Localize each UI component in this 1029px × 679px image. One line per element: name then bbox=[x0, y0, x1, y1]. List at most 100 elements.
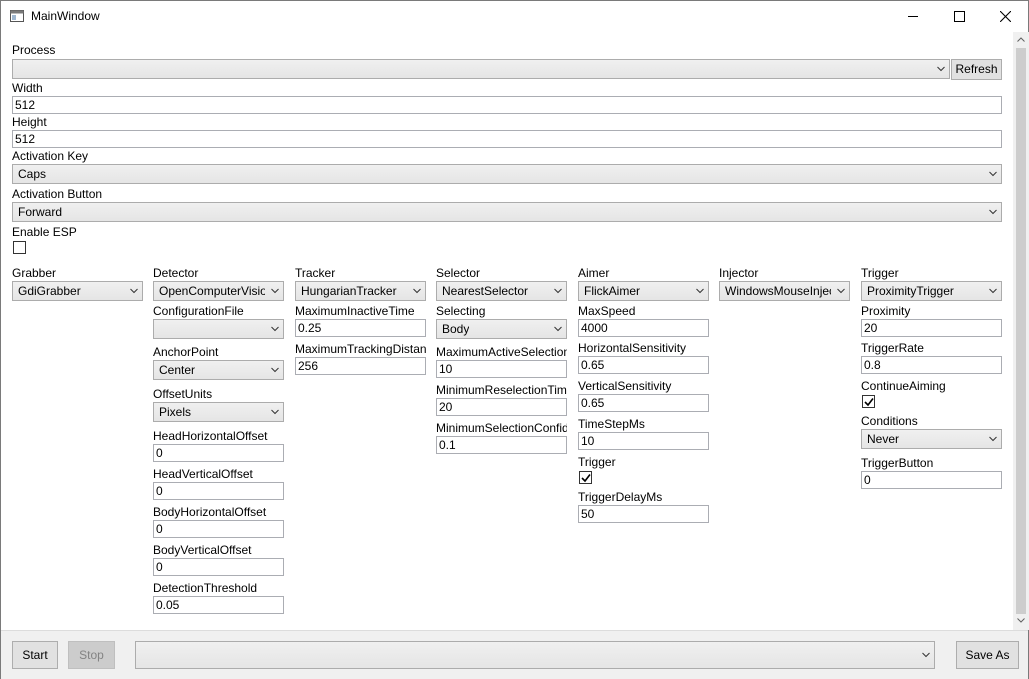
chevron-down-icon bbox=[271, 367, 279, 373]
detector-combo[interactable]: OpenComputerVision bbox=[153, 281, 284, 301]
time-step-ms-input[interactable]: 10 bbox=[578, 432, 709, 450]
stop-button[interactable]: Stop bbox=[68, 641, 115, 669]
body-horizontal-offset-input[interactable]: 0 bbox=[153, 520, 284, 538]
scroll-down-icon[interactable] bbox=[1017, 618, 1025, 623]
selecting-combo[interactable]: Body bbox=[436, 319, 567, 339]
trigger-button-input[interactable]: 0 bbox=[861, 471, 1002, 489]
close-icon bbox=[1000, 11, 1011, 22]
chevron-down-icon bbox=[989, 436, 997, 442]
vertical-sensitivity-input[interactable]: 0.65 bbox=[578, 394, 709, 412]
horizontal-sensitivity-label: HorizontalSensitivity bbox=[578, 341, 687, 355]
body-vertical-offset-label: BodyVerticalOffset bbox=[153, 543, 252, 557]
trigger-value: ProximityTrigger bbox=[867, 284, 954, 298]
activation-button-value: Forward bbox=[18, 205, 63, 219]
trigger-delay-ms-value: 50 bbox=[581, 507, 595, 521]
head-vertical-offset-value: 0 bbox=[156, 484, 163, 498]
detection-threshold-input[interactable]: 0.05 bbox=[153, 596, 284, 614]
tracker-combo[interactable]: HungarianTracker bbox=[295, 281, 426, 301]
title-bar[interactable]: MainWindow bbox=[1, 1, 1028, 32]
enable-esp-checkbox[interactable] bbox=[13, 241, 26, 254]
trigger-delay-ms-input[interactable]: 50 bbox=[578, 505, 709, 523]
chevron-down-icon bbox=[937, 66, 945, 72]
checkmark-icon bbox=[581, 474, 591, 483]
grabber-value: GdiGrabber bbox=[18, 284, 81, 298]
chevron-down-icon bbox=[130, 288, 138, 294]
aimer-combo[interactable]: FlickAimer bbox=[578, 281, 709, 301]
activation-key-value: Caps bbox=[18, 167, 47, 181]
aimer-trigger-checkbox[interactable] bbox=[579, 471, 592, 484]
conditions-combo[interactable]: Never bbox=[861, 429, 1002, 449]
head-vertical-offset-input[interactable]: 0 bbox=[153, 482, 284, 500]
maximum-tracking-distance-input[interactable]: 256 bbox=[295, 357, 426, 375]
minimize-button[interactable] bbox=[890, 1, 936, 32]
selecting-label: Selecting bbox=[436, 304, 486, 318]
maximum-inactive-time-label: MaximumInactiveTime bbox=[295, 304, 415, 318]
continue-aiming-checkbox[interactable] bbox=[862, 395, 875, 408]
chevron-down-icon bbox=[989, 171, 997, 177]
start-button[interactable]: Start bbox=[12, 641, 58, 669]
chevron-down-icon bbox=[922, 652, 930, 658]
offset-units-value: Pixels bbox=[159, 405, 192, 419]
body-horizontal-offset-label: BodyHorizontalOffset bbox=[153, 505, 267, 519]
trigger-rate-label: TriggerRate bbox=[861, 341, 924, 355]
aimer-trigger-label: Trigger bbox=[578, 455, 616, 469]
activation-key-label: Activation Key bbox=[12, 149, 89, 163]
minimum-reselection-time-value: 20 bbox=[439, 400, 453, 414]
enable-esp-label: Enable ESP bbox=[12, 225, 77, 239]
minimum-reselection-time-input[interactable]: 20 bbox=[436, 398, 567, 416]
detection-threshold-label: DetectionThreshold bbox=[153, 581, 258, 595]
conditions-label: Conditions bbox=[861, 414, 918, 428]
proximity-input[interactable]: 20 bbox=[861, 319, 1002, 337]
minimum-selection-confidence-input[interactable]: 0.1 bbox=[436, 436, 567, 454]
anchor-point-value: Center bbox=[159, 363, 196, 377]
maximum-active-selection-input[interactable]: 10 bbox=[436, 360, 567, 378]
activation-key-combo[interactable]: Caps bbox=[12, 164, 1002, 184]
head-horizontal-offset-input[interactable]: 0 bbox=[153, 444, 284, 462]
grabber-combo[interactable]: GdiGrabber bbox=[12, 281, 143, 301]
close-button[interactable] bbox=[982, 1, 1028, 32]
vertical-scrollbar[interactable] bbox=[1013, 32, 1029, 630]
scroll-up-icon[interactable] bbox=[1017, 37, 1025, 42]
chevron-down-icon bbox=[989, 288, 997, 294]
trigger-combo[interactable]: ProximityTrigger bbox=[861, 281, 1002, 301]
activation-button-combo[interactable]: Forward bbox=[12, 202, 1002, 222]
offset-units-combo[interactable]: Pixels bbox=[153, 402, 284, 422]
save-as-button[interactable]: Save As bbox=[956, 641, 1019, 669]
minimum-reselection-time-label: MinimumReselectionTime bbox=[436, 383, 567, 397]
scrollbar-thumb[interactable] bbox=[1016, 48, 1026, 614]
head-horizontal-offset-label: HeadHorizontalOffset bbox=[153, 429, 268, 443]
maximum-active-selection-label: MaximumActiveSelection bbox=[436, 345, 567, 359]
trigger-rate-input[interactable]: 0.8 bbox=[861, 356, 1002, 374]
chevron-down-icon bbox=[696, 288, 704, 294]
refresh-button[interactable]: Refresh bbox=[951, 59, 1002, 80]
profile-combo[interactable] bbox=[135, 641, 935, 669]
injector-combo[interactable]: WindowsMouseInjector bbox=[719, 281, 850, 301]
anchor-point-combo[interactable]: Center bbox=[153, 360, 284, 380]
process-label: Process bbox=[12, 43, 56, 57]
height-value: 512 bbox=[15, 132, 36, 146]
body-vertical-offset-input[interactable]: 0 bbox=[153, 558, 284, 576]
tracker-label: Tracker bbox=[295, 266, 336, 280]
maximum-inactive-time-input[interactable]: 0.25 bbox=[295, 319, 426, 337]
width-input[interactable]: 512 bbox=[12, 96, 1002, 114]
minimum-selection-confidence-label: MinimumSelectionConfidence bbox=[436, 421, 567, 435]
horizontal-sensitivity-input[interactable]: 0.65 bbox=[578, 356, 709, 374]
selector-combo[interactable]: NearestSelector bbox=[436, 281, 567, 301]
detector-value: OpenComputerVision bbox=[159, 284, 265, 298]
anchor-point-label: AnchorPoint bbox=[153, 345, 219, 359]
height-input[interactable]: 512 bbox=[12, 130, 1002, 148]
max-speed-input[interactable]: 4000 bbox=[578, 319, 709, 337]
vertical-sensitivity-value: 0.65 bbox=[581, 396, 605, 410]
body-vertical-offset-value: 0 bbox=[156, 560, 163, 574]
chevron-down-icon bbox=[989, 209, 997, 215]
main-window: MainWindow Process Refresh Width 512 Hei… bbox=[0, 0, 1029, 679]
trigger-button-value: 0 bbox=[864, 473, 871, 487]
width-label: Width bbox=[12, 81, 43, 95]
chevron-down-icon bbox=[554, 326, 562, 332]
injector-value: WindowsMouseInjector bbox=[725, 284, 831, 298]
minimize-icon bbox=[908, 16, 918, 17]
process-combo[interactable] bbox=[12, 59, 950, 79]
configuration-file-combo[interactable] bbox=[153, 319, 284, 339]
checkmark-icon bbox=[864, 398, 874, 407]
maximize-button[interactable] bbox=[936, 1, 982, 32]
